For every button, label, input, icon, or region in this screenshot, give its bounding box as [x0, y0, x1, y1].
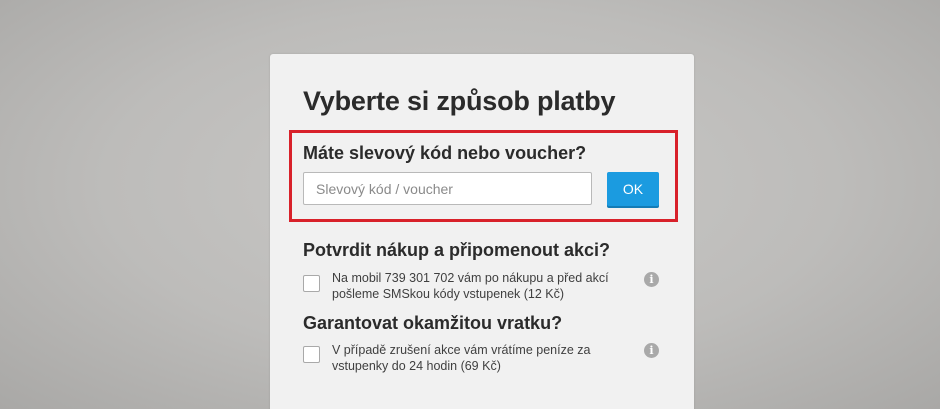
refund-guarantee-heading: Garantovat okamžitou vratku?: [303, 313, 563, 333]
sms-confirmation-text: Na mobil 739 301 702 vám po nákupu a pře…: [332, 271, 609, 301]
voucher-heading: Máte slevový kód nebo voucher?: [303, 143, 587, 163]
page-title: Vyberte si způsob platby: [303, 86, 616, 116]
payment-method-modal: Vyberte si způsob platby Máte slevový kó…: [270, 54, 694, 409]
info-icon[interactable]: i: [644, 343, 659, 358]
sms-confirmation-checkbox[interactable]: [303, 275, 320, 292]
voucher-code-input[interactable]: [303, 172, 592, 205]
refund-guarantee-checkbox[interactable]: [303, 346, 320, 363]
refund-guarantee-text: V případě zrušení akce vám vrátíme peníz…: [332, 343, 591, 373]
info-icon[interactable]: i: [644, 272, 659, 287]
voucher-section: Máte slevový kód nebo voucher? OK: [289, 130, 678, 222]
sms-confirmation-heading: Potvrdit nákup a připomenout akci?: [303, 240, 611, 260]
voucher-ok-button[interactable]: OK: [607, 172, 659, 206]
